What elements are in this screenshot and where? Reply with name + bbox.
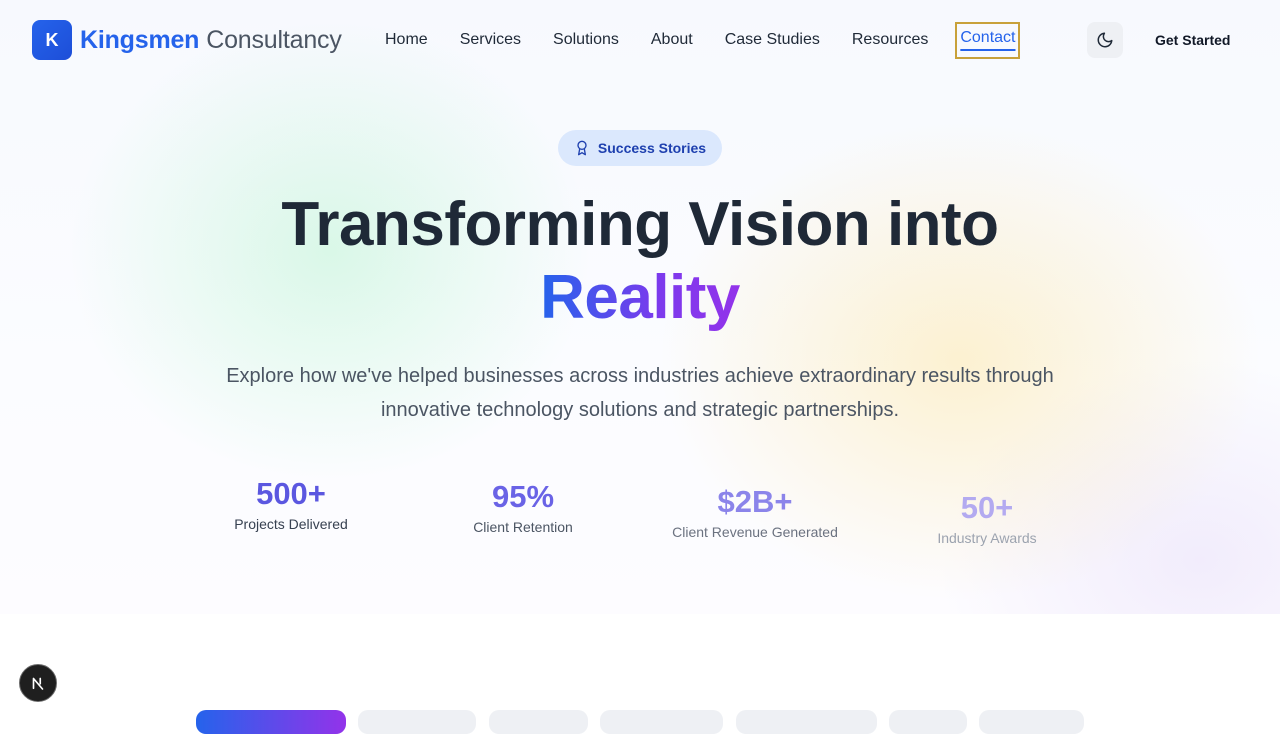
stat-awards: 50+ Industry Awards (877, 490, 1097, 548)
brand-logo[interactable]: K Kingsmen Consultancy (32, 20, 342, 60)
next-logo-icon (32, 677, 44, 690)
headline-line-1: Transforming Vision into (281, 190, 999, 259)
stat-label: Client Retention (473, 519, 573, 535)
success-stories-badge: Success Stories (558, 130, 722, 166)
hero-description: Explore how we've helped businesses acro… (226, 365, 1054, 421)
award-icon (577, 140, 587, 156)
filter-tab[interactable] (979, 710, 1084, 734)
stat-label: Client Revenue Generated (672, 524, 838, 540)
nav-links: Home Services Solutions About Case Studi… (369, 22, 1021, 59)
filter-tab[interactable] (889, 710, 967, 734)
nav-link-home[interactable]: Home (369, 24, 444, 57)
headline-highlight: Reality (540, 263, 740, 332)
nav-link-case-studies[interactable]: Case Studies (709, 24, 836, 57)
nav-link-services[interactable]: Services (444, 24, 537, 57)
filter-tab[interactable] (489, 710, 588, 734)
nav-link-contact[interactable]: Contact (955, 22, 1021, 59)
filter-tab[interactable] (736, 710, 877, 734)
get-started-button[interactable]: Get Started (1145, 24, 1240, 56)
stat-value: 500+ (256, 476, 326, 511)
stat-projects: 500+ Projects Delivered (181, 476, 401, 534)
stat-value: 50+ (960, 490, 1014, 525)
brand-name-light: Consultancy (206, 26, 342, 54)
brand-name: Kingsmen Consultancy (80, 20, 342, 60)
stat-revenue: $2B+ Client Revenue Generated (645, 484, 865, 542)
stat-value: $2B+ (717, 484, 793, 519)
dev-tools-button[interactable] (19, 664, 57, 702)
stat-retention: 95% Client Retention (413, 479, 633, 537)
stat-value: 95% (491, 479, 555, 514)
headline-line-2: Reality (0, 258, 1280, 338)
theme-toggle-button[interactable] (1087, 22, 1123, 58)
filter-tab[interactable] (196, 710, 346, 734)
nav-link-about[interactable]: About (635, 24, 709, 57)
badge-label: Success Stories (597, 140, 707, 156)
stat-label: Projects Delivered (234, 516, 348, 532)
filter-tab[interactable] (358, 710, 476, 734)
nav-link-resources[interactable]: Resources (836, 24, 944, 57)
nav-link-solutions[interactable]: Solutions (537, 24, 635, 57)
stat-label: Industry Awards (937, 530, 1037, 546)
moon-icon (1097, 32, 1113, 48)
brand-name-strong: Kingsmen (80, 26, 200, 54)
logo-mark: K (32, 20, 72, 60)
filter-tab[interactable] (600, 710, 723, 734)
top-navigation: K Kingsmen Consultancy Home Services Solu… (0, 0, 1280, 80)
